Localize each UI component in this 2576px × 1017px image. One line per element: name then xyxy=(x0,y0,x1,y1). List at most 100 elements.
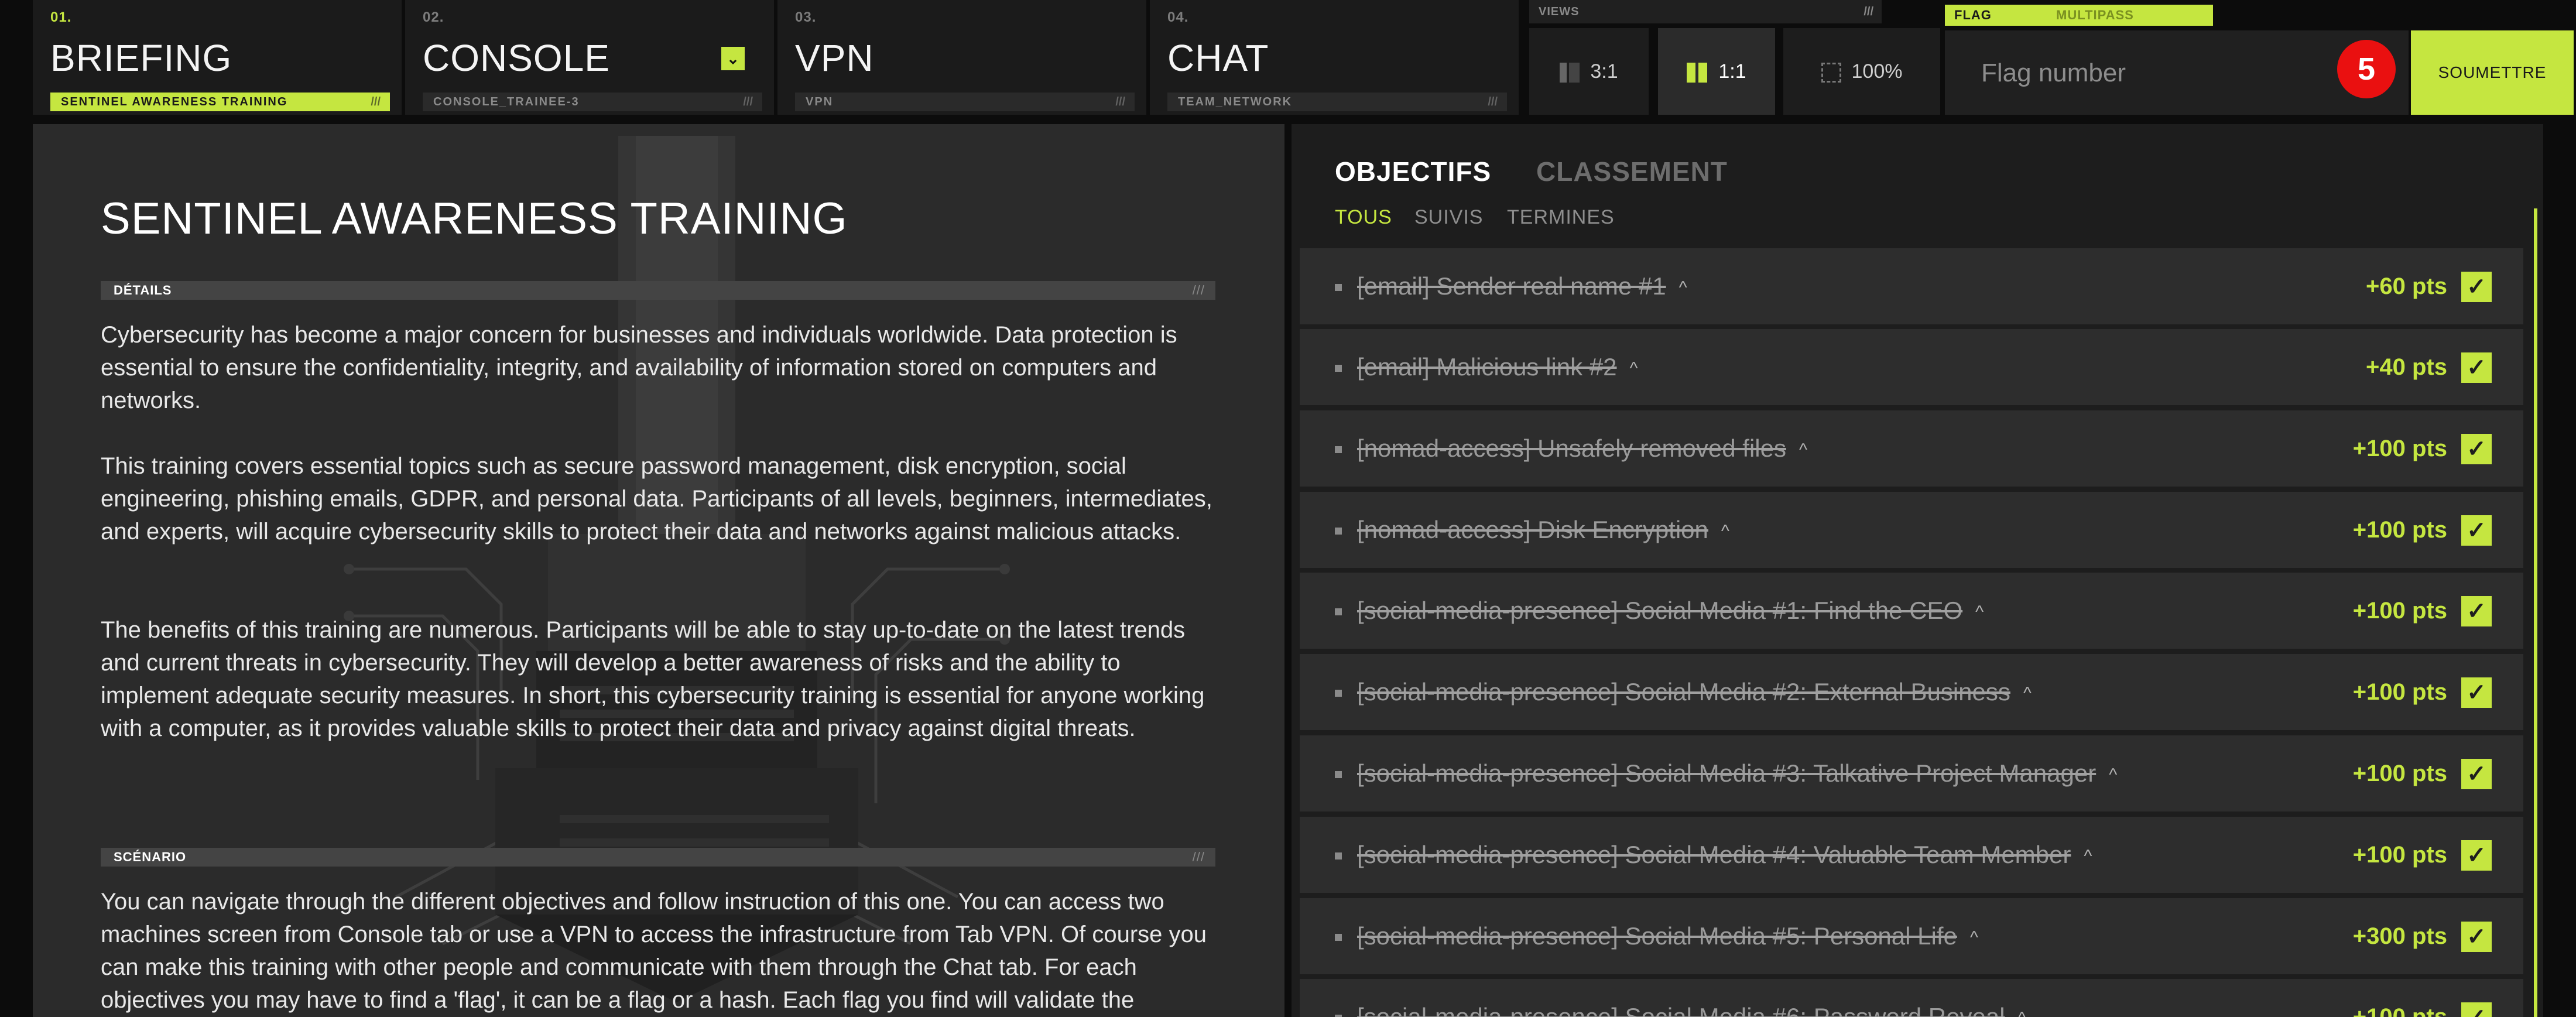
caret-up-icon[interactable]: ^ xyxy=(1970,900,1978,976)
objective-points: +100 pts xyxy=(2352,679,2447,705)
details-header: DÉTAILS/// xyxy=(101,281,1215,300)
flag-box: 5 xyxy=(1945,30,2409,115)
fullscreen-icon xyxy=(1821,63,1841,83)
objective-title: [email] Malicious link #2 ^ xyxy=(1357,329,1638,407)
tab-number: 03. xyxy=(795,9,817,25)
tab-subtitle: TEAM_NETWORK/// xyxy=(1167,93,1507,111)
checkmark-icon[interactable]: ✓ xyxy=(2461,1002,2492,1017)
objective-row[interactable]: [nomad-access] Unsafely removed files ^ +… xyxy=(1300,410,2523,487)
views-label: VIEWS/// xyxy=(1529,0,1882,23)
checkmark-icon[interactable]: ✓ xyxy=(2461,515,2492,546)
objective-points: +100 pts xyxy=(2352,436,2447,461)
caret-up-icon[interactable]: ^ xyxy=(2018,981,2026,1017)
tab-subtitle: VPN/// xyxy=(795,93,1135,111)
objective-row[interactable]: [social-media-presence] Social Media #1:… xyxy=(1300,573,2523,649)
tab-title: CONSOLE xyxy=(423,37,610,79)
caret-up-icon[interactable]: ^ xyxy=(1679,250,1687,326)
checkmark-icon[interactable]: ✓ xyxy=(2461,677,2492,708)
tab-vpn[interactable]: 03. VPN VPN/// xyxy=(777,0,1146,115)
objective-title: [social-media-presence] Social Media #3:… xyxy=(1357,735,2117,813)
view-1-1-button[interactable]: 1:1 xyxy=(1658,28,1775,115)
tab-console[interactable]: 02. CONSOLE ⌄ CONSOLE_TRAINEE-3/// xyxy=(405,0,774,115)
flag-tag: FLAG MULTIPASS xyxy=(1945,5,2213,26)
objective-points: +100 pts xyxy=(2352,1004,2447,1017)
details-paragraph: This training covers essential topics su… xyxy=(101,453,1212,545)
caret-up-icon[interactable]: ^ xyxy=(1630,331,1638,407)
chevron-down-icon[interactable]: ⌄ xyxy=(721,47,745,70)
checkmark-icon[interactable]: ✓ xyxy=(2461,596,2492,626)
objective-title: [nomad-access] Unsafely removed files ^ xyxy=(1357,410,1807,488)
objective-row[interactable]: [email] Malicious link #2 ^ +40 pts ✓ xyxy=(1300,329,2523,405)
notification-badge: 5 xyxy=(2337,40,2396,98)
bullet-icon xyxy=(1335,365,1342,372)
split-3-1-icon xyxy=(1560,63,1580,83)
tab-number: 02. xyxy=(423,9,444,25)
details-paragraph: The benefits of this training are numero… xyxy=(101,617,1205,741)
view-label: 3:1 xyxy=(1590,60,1618,83)
scenario-paragraph: You can navigate through the different o… xyxy=(101,889,1207,1013)
objective-row[interactable]: [social-media-presence] Social Media #5:… xyxy=(1300,898,2523,974)
caret-up-icon[interactable]: ^ xyxy=(2109,737,2117,813)
tab-number: 04. xyxy=(1167,9,1189,25)
tab-briefing[interactable]: 01. BRIEFING SENTINEL AWARENESS TRAINING… xyxy=(33,0,402,115)
tab-chat[interactable]: 04. CHAT TEAM_NETWORK/// xyxy=(1150,0,1519,115)
objective-title: [social-media-presence] Social Media #4:… xyxy=(1357,817,2092,895)
submit-button[interactable]: SOUMETTRE xyxy=(2411,30,2574,115)
caret-up-icon[interactable]: ^ xyxy=(1799,412,1807,488)
details-paragraph: Cybersecurity has become a major concern… xyxy=(101,322,1177,413)
bullet-icon xyxy=(1335,446,1342,453)
objective-row[interactable]: [email] Sender real name #1 ^ +60 pts ✓ xyxy=(1300,248,2523,324)
view-label: 100% xyxy=(1851,60,1903,83)
objective-points: +100 pts xyxy=(2352,517,2447,543)
objective-row[interactable]: [social-media-presence] Social Media #3:… xyxy=(1300,735,2523,811)
caret-up-icon[interactable]: ^ xyxy=(1975,574,1984,650)
objective-row[interactable]: [nomad-access] Disk Encryption ^ +100 pts… xyxy=(1300,492,2523,568)
objective-points: +40 pts xyxy=(2366,354,2447,380)
scrollbar[interactable] xyxy=(2534,208,2537,1017)
tab-title: BRIEFING xyxy=(50,37,232,79)
bullet-icon xyxy=(1335,608,1342,615)
page-title: SENTINEL AWARENESS TRAINING xyxy=(101,194,848,244)
server-illustration xyxy=(344,136,1010,1002)
flag-input[interactable] xyxy=(1980,52,2334,95)
objective-row[interactable]: [social-media-presence] Social Media #6:… xyxy=(1300,979,2523,1017)
objective-title: [social-media-presence] Social Media #5:… xyxy=(1357,898,1978,976)
checkmark-icon[interactable]: ✓ xyxy=(2461,840,2492,871)
objective-row[interactable]: [social-media-presence] Social Media #2:… xyxy=(1300,654,2523,730)
objective-title: [nomad-access] Disk Encryption ^ xyxy=(1357,492,1729,570)
tab-title: CHAT xyxy=(1167,37,1269,79)
bullet-icon xyxy=(1335,934,1342,941)
bullet-icon xyxy=(1335,528,1342,535)
objective-title: [social-media-presence] Social Media #6:… xyxy=(1357,979,2026,1017)
tab-objectives[interactable]: OBJECTIFS xyxy=(1335,156,1491,187)
checkmark-icon[interactable]: ✓ xyxy=(2461,922,2492,952)
view-3-1-button[interactable]: 3:1 xyxy=(1529,28,1649,115)
bullet-icon xyxy=(1335,771,1342,778)
filter-finished[interactable]: TERMINES xyxy=(1507,206,1615,229)
objective-points: +300 pts xyxy=(2352,923,2447,949)
tab-ranking[interactable]: CLASSEMENT xyxy=(1536,156,1728,187)
checkmark-icon[interactable]: ✓ xyxy=(2461,272,2492,302)
caret-up-icon[interactable]: ^ xyxy=(1721,494,1729,570)
tab-number: 01. xyxy=(50,9,72,25)
objective-title: [social-media-presence] Social Media #1:… xyxy=(1357,573,1984,650)
bullet-icon xyxy=(1335,1015,1342,1017)
filter-followed[interactable]: SUIVIS xyxy=(1414,206,1483,229)
view-fullscreen-button[interactable]: 100% xyxy=(1783,28,1940,115)
filter-all[interactable]: TOUS xyxy=(1335,206,1392,229)
caret-up-icon[interactable]: ^ xyxy=(2023,656,2032,732)
objective-points: +100 pts xyxy=(2352,598,2447,624)
checkmark-icon[interactable]: ✓ xyxy=(2461,434,2492,464)
checkmark-icon[interactable]: ✓ xyxy=(2461,352,2492,383)
bullet-icon xyxy=(1335,284,1342,291)
objective-points: +100 pts xyxy=(2352,842,2447,868)
bullet-icon xyxy=(1335,852,1342,860)
caret-up-icon[interactable]: ^ xyxy=(2084,819,2092,895)
split-1-1-icon xyxy=(1687,63,1708,83)
objective-points: +60 pts xyxy=(2366,273,2447,299)
view-label: 1:1 xyxy=(1718,60,1746,83)
checkmark-icon[interactable]: ✓ xyxy=(2461,759,2492,789)
objective-row[interactable]: [social-media-presence] Social Media #4:… xyxy=(1300,817,2523,893)
tab-subtitle: SENTINEL AWARENESS TRAINING/// xyxy=(50,93,390,111)
bullet-icon xyxy=(1335,690,1342,697)
